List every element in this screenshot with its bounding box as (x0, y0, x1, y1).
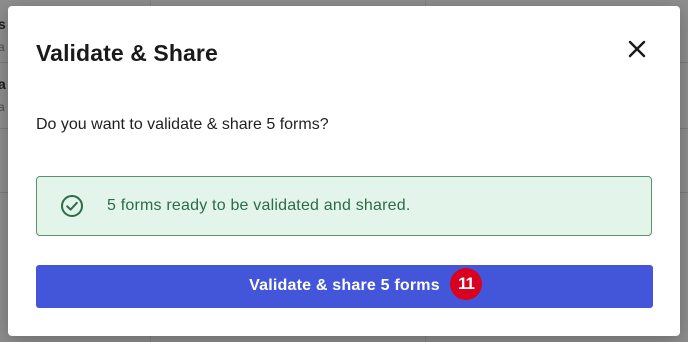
close-button[interactable] (622, 34, 652, 64)
alert-message: 5 forms ready to be validated and shared… (107, 197, 411, 214)
dialog-title: Validate & Share (36, 40, 218, 66)
annotation-badge: 11 (450, 268, 482, 300)
validate-share-dialog: Validate & Share Do you want to validate… (8, 6, 680, 336)
validate-share-button[interactable]: Validate & share 5 forms (36, 265, 653, 308)
success-alert: 5 forms ready to be validated and shared… (36, 176, 652, 236)
close-icon (628, 40, 646, 58)
check-circle-icon (60, 194, 84, 218)
validate-share-button-label: Validate & share 5 forms (249, 277, 440, 294)
dialog-question: Do you want to validate & share 5 forms? (36, 116, 329, 133)
